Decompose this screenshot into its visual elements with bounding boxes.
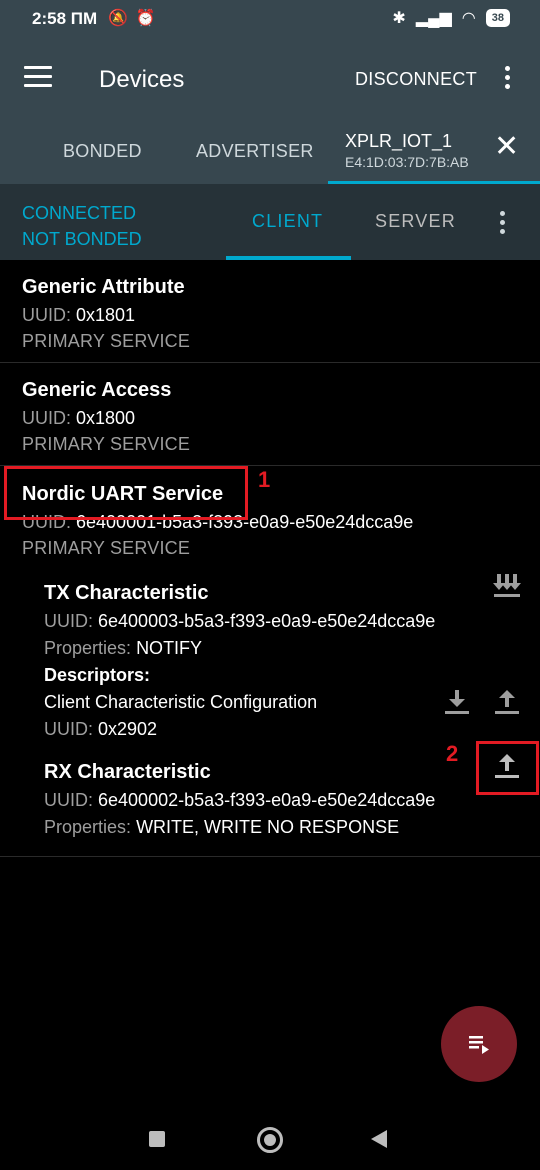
wifi-icon: ◠: [461, 10, 476, 27]
characteristic-name: RX Characteristic: [44, 761, 211, 783]
back-icon[interactable]: [371, 1130, 387, 1148]
highlight-box-service: [4, 466, 248, 520]
tab-device[interactable]: XPLR_IOT_1 E4:1D:03:7D:7B:AB ✕: [328, 118, 540, 184]
uuid-label: UUID:: [44, 611, 93, 631]
service-type: PRIMARY SERVICE: [22, 331, 191, 351]
uuid-label: UUID:: [22, 305, 71, 325]
uuid-label: UUID:: [44, 719, 93, 739]
status-bar: 2:58 ПМ 🔕 ⏰ ✱ ▂▄▆ ◠ 38: [0, 0, 540, 40]
descriptor-uuid: 0x2902: [98, 719, 158, 739]
log-button[interactable]: [441, 1006, 517, 1082]
device-name: XPLR_IOT_1: [345, 131, 453, 151]
status-time: 2:58 ПМ: [32, 9, 98, 28]
page-title: Devices: [99, 66, 185, 93]
rx-characteristic[interactable]: RX Characteristic UUID: 6e400002-b5a3-f3…: [44, 761, 435, 838]
properties-label: Properties:: [44, 817, 132, 837]
uuid-label: UUID:: [44, 790, 93, 810]
tab-bonded[interactable]: BONDED: [63, 141, 142, 162]
properties-label: Properties:: [44, 638, 132, 658]
list-item[interactable]: Generic Access UUID: 0x1800 PRIMARY SERV…: [0, 363, 540, 466]
service-type: PRIMARY SERVICE: [22, 434, 191, 454]
characteristic-properties: WRITE, WRITE NO RESPONSE: [136, 817, 400, 837]
characteristic-name: TX Characteristic: [44, 582, 209, 604]
connection-state: CONNECTED: [22, 203, 137, 223]
highlight-box-write: [476, 741, 539, 795]
characteristic-uuid: 6e400003-b5a3-f393-e0a9-e50e24dcca9e: [98, 611, 436, 631]
system-nav-bar: [0, 1110, 540, 1170]
connection-bar: CONNECTED NOT BONDED CLIENT SERVER: [0, 184, 540, 260]
service-uuid: 0x1800: [76, 408, 136, 428]
service-type: PRIMARY SERVICE: [22, 538, 191, 558]
disconnect-button[interactable]: DISCONNECT: [355, 69, 477, 90]
list-item[interactable]: Generic Attribute UUID: 0x1801 PRIMARY S…: [0, 260, 540, 363]
alarm-icon: ⏰: [135, 10, 156, 27]
device-address: E4:1D:03:7D:7B:AB: [345, 154, 469, 170]
bond-state: NOT BONDED: [22, 229, 142, 249]
app-bar: Devices DISCONNECT: [0, 40, 540, 118]
characteristic-properties: NOTIFY: [136, 638, 203, 658]
tx-characteristic[interactable]: TX Characteristic UUID: 6e400003-b5a3-f3…: [44, 582, 435, 740]
signal-icon: ▂▄▆: [415, 10, 452, 27]
descriptor-name: Client Characteristic Configuration: [44, 692, 318, 712]
upload-icon[interactable]: [491, 686, 523, 718]
services-list: Generic Attribute UUID: 0x1801 PRIMARY S…: [0, 260, 540, 857]
uuid-label: UUID:: [22, 408, 71, 428]
service-uuid: 0x1801: [76, 305, 136, 325]
annotation-marker: 1: [258, 467, 271, 492]
menu-icon[interactable]: [24, 66, 52, 88]
tab-advertiser[interactable]: ADVERTISER: [196, 141, 314, 162]
annotation-marker: 2: [446, 741, 459, 766]
tab-client[interactable]: CLIENT: [252, 211, 323, 232]
close-icon[interactable]: ✕: [494, 132, 519, 162]
characteristic-uuid: 6e400002-b5a3-f393-e0a9-e50e24dcca9e: [98, 790, 436, 810]
recents-icon[interactable]: [149, 1131, 165, 1147]
mute-notification-icon: 🔕: [108, 10, 128, 27]
home-icon[interactable]: [257, 1127, 283, 1153]
tab-server[interactable]: SERVER: [375, 211, 456, 232]
log-icon: [469, 1036, 489, 1054]
overflow-icon[interactable]: [498, 211, 506, 238]
list-item[interactable]: Nordic UART Service UUID: 6e400001-b5a3-…: [0, 466, 540, 857]
descriptors-label: Descriptors:: [44, 665, 151, 685]
device-tabs: BONDED ADVERTISER XPLR_IOT_1 E4:1D:03:7D…: [0, 118, 540, 184]
service-name: Generic Attribute: [22, 276, 185, 298]
service-name: Generic Access: [22, 379, 172, 401]
bluetooth-icon: ✱: [392, 10, 406, 27]
download-icon[interactable]: [441, 686, 473, 718]
overflow-icon[interactable]: [503, 66, 511, 93]
battery-icon: 38: [485, 9, 510, 27]
notify-icon[interactable]: [491, 570, 523, 602]
